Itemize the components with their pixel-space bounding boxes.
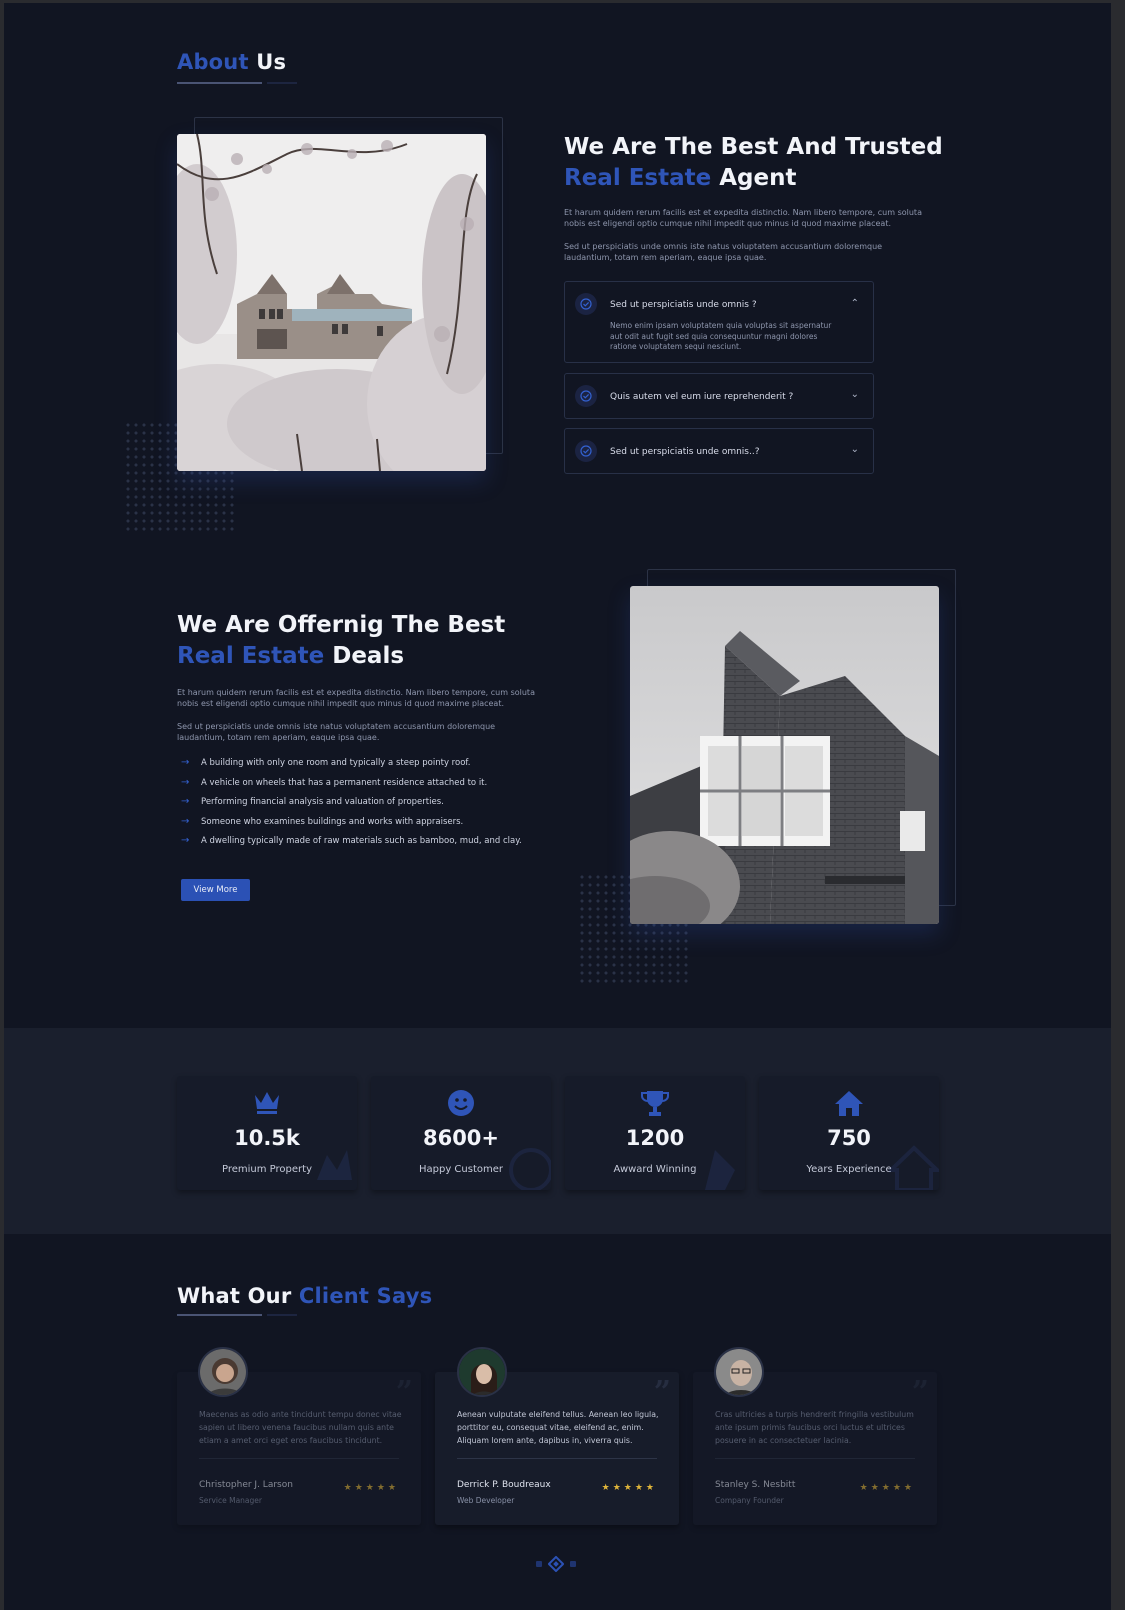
arrow-right-icon: → xyxy=(181,757,190,768)
testimonials-section-title: What Our Client Says xyxy=(177,1284,433,1308)
testimonial-text: Cras ultricies a turpis hendrerit fringi… xyxy=(715,1410,914,1445)
stat-card: 1200 Awward Winning xyxy=(565,1076,745,1190)
avatar xyxy=(714,1347,764,1397)
feature-list: → A building with only one room and typic… xyxy=(181,757,522,856)
page: About Us We Are The Best And Trusted Rea… xyxy=(4,3,1111,1610)
about-paragraph-1: Et harum quidem rerum facilis est et exp… xyxy=(564,208,922,228)
stat-card: 10.5k Premium Property xyxy=(177,1076,357,1190)
stat-card: 8600+ Happy Customer xyxy=(371,1076,551,1190)
about-section-title: About Us xyxy=(177,50,287,74)
accordion-item-3[interactable]: Sed ut perspiciatis unde omnis..? ⌄ xyxy=(564,428,874,474)
accordion-item-2[interactable]: Quis autem vel eum iure reprehenderit ? … xyxy=(564,373,874,419)
quote-icon: ” xyxy=(653,1375,671,1410)
check-circle-icon xyxy=(575,293,597,315)
client-role: Web Developer xyxy=(457,1496,515,1505)
client-name: Derrick P. Boudreaux xyxy=(457,1480,551,1490)
offering-photo-house xyxy=(630,586,939,924)
stat-card: 750 Years Experience xyxy=(759,1076,939,1190)
star-rating: ★★★★★ xyxy=(859,1483,915,1493)
arrow-right-icon: → xyxy=(181,815,190,827)
avatar xyxy=(198,1347,248,1397)
about-paragraph-2: Sed ut perspiciatis unde omnis iste natu… xyxy=(564,242,883,262)
divider xyxy=(199,1458,399,1459)
smile-icon xyxy=(371,1089,551,1119)
testimonial-text: Maecenas as odio ante tincidunt tempu do… xyxy=(199,1410,402,1445)
chevron-down-icon[interactable]: ⌄ xyxy=(851,389,859,400)
arrow-right-icon: → xyxy=(181,776,190,788)
about-photo-castle xyxy=(177,134,486,471)
testimonials-title-underline xyxy=(177,1314,297,1316)
crown-icon xyxy=(177,1089,357,1119)
home-icon xyxy=(759,1089,939,1119)
list-item: → A vehicle on wheels that has a permanen… xyxy=(181,776,488,788)
list-item: → A building with only one room and typic… xyxy=(181,757,471,768)
accordion-question: Sed ut perspiciatis unde omnis ? xyxy=(610,300,757,310)
quote-icon: ” xyxy=(911,1375,929,1410)
carousel-pagination xyxy=(536,1555,576,1573)
accordion-answer: Nemo enim ipsam voluptatem quia voluptas… xyxy=(610,321,832,351)
client-role: Service Manager xyxy=(199,1496,262,1505)
divider xyxy=(715,1458,915,1459)
list-item: → A dwelling typically made of raw materi… xyxy=(181,835,522,846)
list-item: → Someone who examines buildings and work… xyxy=(181,815,464,827)
accordion-question: Sed ut perspiciatis unde omnis..? xyxy=(610,447,760,457)
list-item: → Performing financial analysis and valua… xyxy=(181,796,444,807)
star-rating: ★★★★★ xyxy=(343,1483,399,1493)
about-title-underline xyxy=(177,82,297,84)
chevron-down-icon[interactable]: ⌄ xyxy=(851,444,859,455)
view-more-button[interactable]: View More xyxy=(181,879,250,901)
pagination-dot-active[interactable] xyxy=(547,1555,565,1573)
about-heading: We Are The Best And Trusted Real Estate … xyxy=(564,134,943,191)
check-circle-icon xyxy=(575,440,597,462)
divider xyxy=(457,1458,657,1459)
check-circle-icon xyxy=(575,385,597,407)
accordion-item-1[interactable]: Sed ut perspiciatis unde omnis ? ⌃ Nemo … xyxy=(564,281,874,363)
trophy-icon xyxy=(565,1089,745,1119)
arrow-right-icon: → xyxy=(181,796,190,807)
pagination-dot[interactable] xyxy=(570,1561,576,1567)
offering-paragraph-2: Sed ut perspiciatis unde omnis iste natu… xyxy=(177,722,496,742)
accordion-question: Quis autem vel eum iure reprehenderit ? xyxy=(610,392,794,402)
offering-heading: We Are Offernig The Best Real Estate Dea… xyxy=(177,612,506,669)
avatar xyxy=(457,1347,507,1397)
quote-icon: ” xyxy=(395,1375,413,1410)
stats-band xyxy=(4,1028,1111,1234)
offering-paragraph-1: Et harum quidem rerum facilis est et exp… xyxy=(177,688,535,708)
client-name: Christopher J. Larson xyxy=(199,1480,293,1490)
star-rating: ★★★★★ xyxy=(601,1483,657,1493)
pagination-dot[interactable] xyxy=(536,1561,542,1567)
chevron-up-icon[interactable]: ⌃ xyxy=(851,298,859,309)
arrow-right-icon: → xyxy=(181,835,190,846)
testimonial-text: Aenean vulputate eleifend tellus. Aenean… xyxy=(457,1410,659,1445)
client-name: Stanley S. Nesbitt xyxy=(715,1480,796,1490)
client-role: Company Founder xyxy=(715,1496,784,1505)
